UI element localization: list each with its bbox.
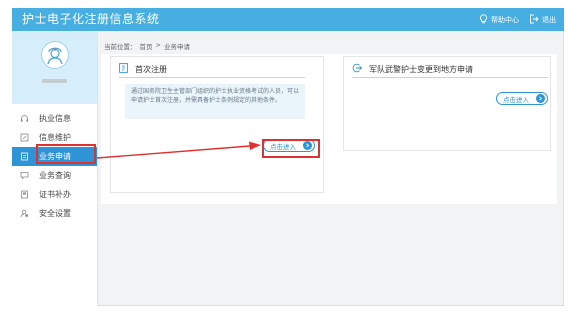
sidebar-item-label: 信息维护 [39, 133, 71, 142]
chevron-right-icon [536, 94, 545, 103]
document-icon [119, 63, 128, 75]
breadcrumb-separator: > [155, 41, 161, 49]
breadcrumb-prefix: 当前位置： [104, 43, 137, 51]
username [42, 79, 67, 83]
user-lock-icon [12, 209, 36, 218]
first-registration-card: 首次注册 通过国务院卫生主管部门组织的护士执业资格考试的人员，可以申请护士首次注… [110, 56, 324, 193]
sidebar-item-label: 证书补办 [39, 190, 71, 199]
sidebar-item-business-query[interactable]: 业务查询 [12, 166, 97, 185]
sidebar-item-label: 业务查询 [39, 171, 71, 180]
sidebar-menu: 执业信息 信息维护 业务申请 业务查询 证书补办 安全设置 [12, 109, 97, 223]
chat-icon [12, 171, 36, 180]
military-transfer-card: 军队武警护士变更到地方申请 点击进入 [343, 56, 551, 151]
sidebar-item-info-maintenance[interactable]: 信息维护 [12, 128, 97, 147]
logout-label: 退出 [542, 15, 556, 24]
top-bar: 护士电子化注册信息系统 帮助中心 退出 [12, 8, 564, 31]
enter-button[interactable]: 点击进入 [496, 92, 548, 105]
button-highlight-box [262, 139, 320, 158]
sidebar-item-label: 业务申请 [39, 152, 71, 161]
sidebar-item-practice-info[interactable]: 执业信息 [12, 109, 97, 128]
breadcrumb-current: 业务申请 [163, 43, 190, 51]
exit-arrow-icon [352, 63, 363, 75]
card-title: 军队武警护士变更到地方申请 [369, 64, 473, 74]
sidebar: 执业信息 信息维护 业务申请 业务查询 证书补办 安全设置 [12, 31, 98, 306]
headset-icon [12, 114, 36, 123]
sidebar-item-certificate-reissue[interactable]: 证书补办 [12, 185, 97, 204]
document-icon [12, 152, 36, 161]
edit-icon [12, 133, 36, 142]
sidebar-item-business-application[interactable]: 业务申请 [12, 147, 97, 166]
certificate-icon [12, 190, 36, 199]
breadcrumb: 当前位置： 首页 > 业务申请 [104, 41, 190, 51]
card-divider [119, 77, 305, 78]
card-description: 通过国务院卫生主管部门组织的护士执业资格考试的人员，可以申请护士首次注册，并需具… [125, 84, 305, 119]
main-content: 当前位置： 首页 > 业务申请 首次注册 通过国务院卫生主管部门组织的护士执业资… [97, 31, 564, 306]
logout-link[interactable]: 退出 [529, 14, 556, 26]
sidebar-item-label: 执业信息 [39, 114, 71, 123]
sidebar-item-label: 安全设置 [39, 209, 71, 218]
help-center-label: 帮助中心 [491, 15, 519, 24]
card-title: 首次注册 [135, 64, 167, 74]
app-title: 护士电子化注册信息系统 [22, 12, 160, 26]
enter-button-label: 点击进入 [503, 95, 529, 104]
breadcrumb-home[interactable]: 首页 [140, 41, 153, 51]
help-center-link[interactable]: 帮助中心 [479, 13, 519, 26]
profile-panel [12, 31, 97, 104]
lightbulb-icon [479, 13, 488, 26]
logout-icon [529, 14, 539, 26]
avatar [41, 41, 69, 69]
sidebar-item-security-settings[interactable]: 安全设置 [12, 204, 97, 223]
card-divider [352, 77, 548, 78]
